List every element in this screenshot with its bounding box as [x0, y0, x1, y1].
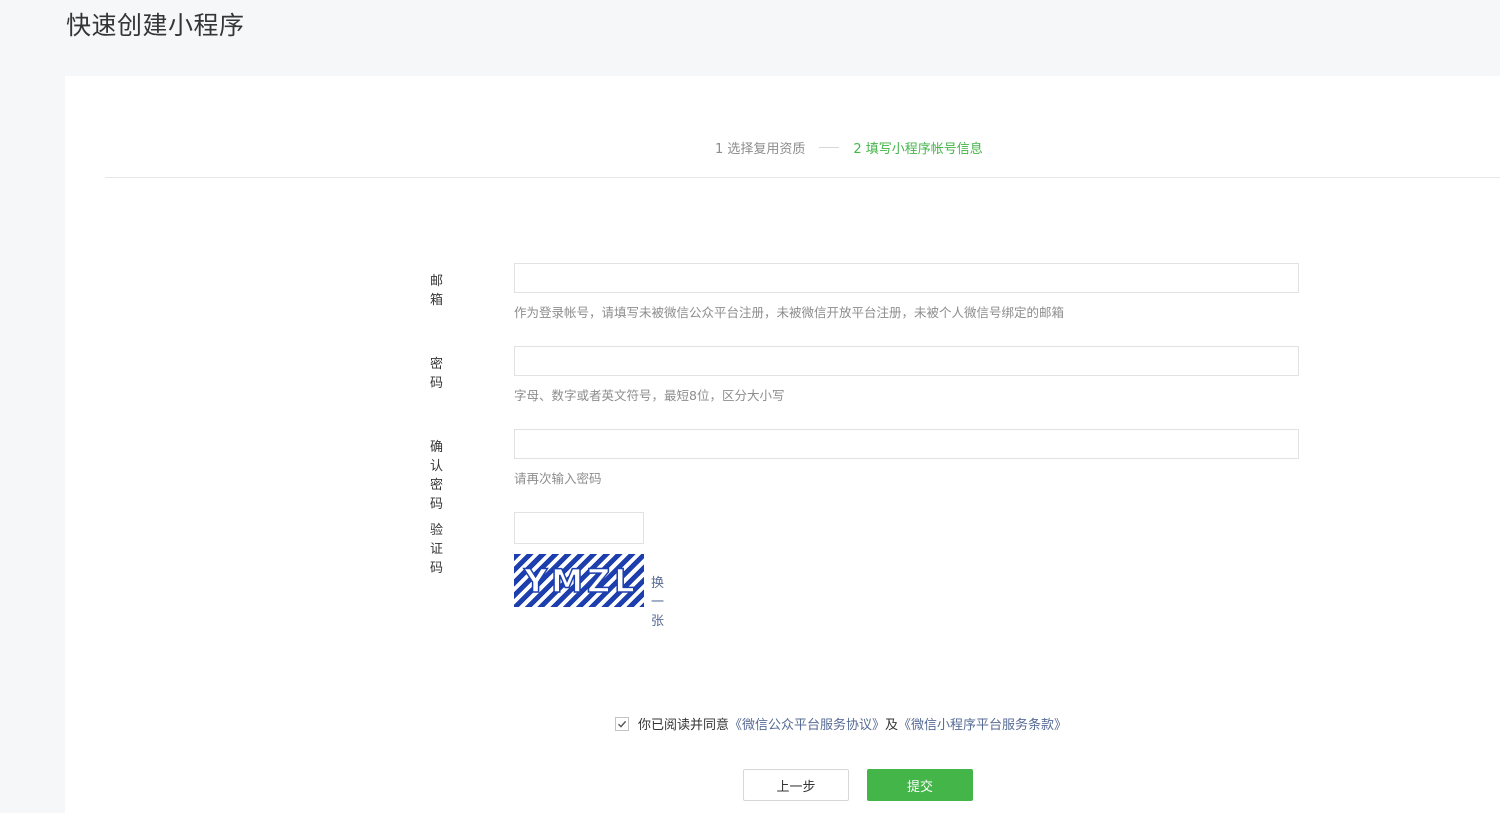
- confirm-password-input[interactable]: [514, 429, 1299, 459]
- agreement-prefix: 你已阅读并同意: [638, 718, 730, 733]
- miniprogram-terms-link[interactable]: 《微信小程序平台服务条款》: [898, 714, 1067, 733]
- agreement-middle: 及: [885, 718, 899, 733]
- password-label: 密码: [430, 357, 444, 391]
- prev-step-button[interactable]: 上一步: [743, 769, 849, 801]
- submit-button[interactable]: 提交: [867, 769, 973, 801]
- confirm-password-label: 确认密码: [430, 440, 444, 512]
- captcha-text: YMZL: [523, 562, 639, 600]
- check-icon: [618, 720, 627, 728]
- password-tip: 字母、数字或者英文符号，最短8位，区分大小写: [514, 388, 785, 403]
- step-2-label: 2 填写小程序帐号信息: [853, 141, 983, 157]
- page-title: 快速创建小程序: [66, 11, 245, 40]
- confirm-password-tip: 请再次输入密码: [514, 471, 602, 486]
- step-1-label: 1 选择复用资质: [715, 141, 806, 157]
- captcha-input[interactable]: [514, 512, 644, 544]
- password-input[interactable]: [514, 346, 1299, 376]
- captcha-label: 验证码: [430, 523, 444, 576]
- agreement-checkbox[interactable]: [615, 716, 629, 731]
- step-separator: [819, 146, 840, 148]
- captcha-glyphs: YMZL: [522, 561, 639, 601]
- email-tip: 作为登录帐号，请填写未被微信公众平台注册，未被微信开放平台注册，未被个人微信号绑…: [514, 305, 1065, 320]
- service-agreement-link[interactable]: 《微信公众平台服务协议》: [729, 714, 885, 733]
- captcha-image[interactable]: YMZL: [514, 554, 644, 607]
- agreement-row: 你已阅读并同意 《微信公众平台服务协议》 及 《微信小程序平台服务条款》: [615, 714, 1067, 733]
- email-input[interactable]: [514, 263, 1299, 293]
- captcha-refresh-link[interactable]: 换一张: [651, 572, 664, 629]
- steps-divider: [105, 177, 1500, 178]
- email-label: 邮箱: [430, 274, 444, 308]
- create-miniprogram-card: 1 选择复用资质 2 填写小程序帐号信息 邮箱 作为登录帐号，请填写未被微信公众…: [65, 76, 1500, 813]
- step-indicator: 1 选择复用资质 2 填写小程序帐号信息: [715, 138, 983, 157]
